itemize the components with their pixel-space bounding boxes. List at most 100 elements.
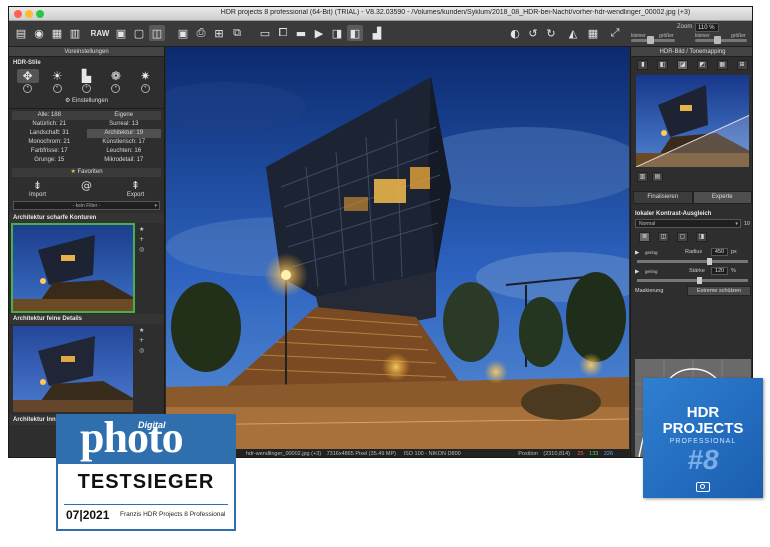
preset-thumbnail[interactable] [13,326,133,412]
layers-icon[interactable]: ▤ [652,172,663,182]
filter-microdetail[interactable]: Mikrodetail: 17 [87,156,162,165]
user-icon[interactable]: • [52,84,62,93]
rotate-left-icon[interactable]: ↺ [525,25,541,41]
export-icon[interactable]: ⧉ [229,25,245,41]
plus-icon[interactable]: + [139,235,144,245]
user-icon[interactable]: • [111,84,121,93]
main-toolbar: ▤ ◉ ▦ ▥ RAW ▣ ▢ ◫ ▣ ⎙ ⊞ ⧉ ▭ ⧠ ▬ ▶ ◨ ◧ ▟ … [9,21,752,47]
export-button[interactable]: ⇞ Export [116,180,156,199]
filter-artistic[interactable]: Künstlerisch: 17 [87,138,162,147]
raw-button[interactable]: RAW [89,25,111,41]
overlay-icon[interactable]: ▦ [716,60,728,70]
play-small-icon[interactable]: ▶ [635,250,639,256]
online-button[interactable]: @ [67,180,107,198]
play-icon[interactable]: ▶ [311,25,327,41]
image-gallery-icon[interactable]: ▣ [113,25,129,41]
copy-icon[interactable]: ⧠ [275,25,291,41]
filter-architecture[interactable]: Architektur: 19 [86,129,161,138]
moon-icon[interactable]: ◐ [507,25,523,41]
app-window: HDR projects 8 professional (64-Bit) (TR… [8,6,753,458]
zoom-input[interactable]: 110 % [695,23,719,32]
save-icon[interactable]: ▣ [175,25,191,41]
new-project-icon[interactable]: ▤ [13,25,29,41]
size-slider-knob[interactable] [647,36,654,44]
camera-import-icon[interactable]: ◉ [31,25,47,41]
open-image-icon[interactable]: ▦ [49,25,65,41]
split-horizontal-icon[interactable]: ◩ [696,60,708,70]
window-title: HDR projects 8 professional (64-Bit) (TR… [220,9,691,16]
grid-view-icon[interactable]: ⊞ [736,60,748,70]
fullscreen-icon[interactable]: ⤢ [607,25,623,41]
plus-icon[interactable]: + [139,336,144,346]
play-small-icon[interactable]: ▶ [635,269,639,275]
sparkle-icon[interactable]: ✷ [134,69,156,83]
strength-slider[interactable] [637,277,748,284]
filter-monochrome[interactable]: Monochrom: 21 [12,138,87,147]
grid-icon[interactable]: ▦ [585,25,601,41]
preset-item[interactable]: ★ + ◎ [11,223,160,313]
filter-glow[interactable]: Leuchten: 16 [87,147,162,156]
layers-stack-icon[interactable]: ◫ [658,232,669,242]
people-group-icon[interactable]: ✥ [16,69,39,83]
split-diagonal-icon[interactable]: ◪ [677,60,689,70]
filter-all[interactable]: Alle: 188 [12,111,87,120]
radius-input[interactable]: 450 [711,248,728,256]
single-view-icon[interactable]: ▮ [637,60,649,70]
eye-icon[interactable]: ◎ [139,245,144,255]
stack-icon[interactable]: ▥ [67,25,83,41]
tab-expert[interactable]: Experte [692,191,752,204]
filter-color-fresh[interactable]: Farbfrisse: 17 [12,147,87,156]
minimize-window-button[interactable] [25,10,33,18]
film-icon[interactable]: ▬ [293,25,309,41]
eye-icon[interactable]: ◎ [139,346,144,356]
star-icon[interactable]: ★ [139,225,144,235]
mirror-icon[interactable]: ◭ [565,25,581,41]
document-icon[interactable]: ▭ [257,25,273,41]
import-icon: ⇟ [32,179,43,192]
filter-grunge[interactable]: Grunge: 15 [12,156,87,165]
print-icon[interactable]: ⎙ [193,25,209,41]
contrast-mode-select[interactable]: Normal ▾ [635,219,741,228]
filter-natural[interactable]: Natürlich: 21 [12,120,87,129]
star-icon[interactable]: ★ [139,326,144,336]
palette-icon[interactable]: ❁ [105,69,127,83]
protect-extremes-button[interactable]: Extreme schützen [687,286,751,296]
rotate-right-icon[interactable]: ↻ [543,25,559,41]
user-icon[interactable]: • [23,84,33,93]
folder-icon[interactable]: ▢ [131,25,147,41]
gradient-icon[interactable]: ◨ [696,232,707,242]
settings-button[interactable]: ⚙ Einstellungen [9,94,164,109]
batch-icon[interactable]: ◫ [149,25,165,41]
zoom-slider[interactable] [695,39,747,42]
share-icon[interactable]: ⊞ [211,25,227,41]
navigator-preview[interactable] [636,75,749,167]
tab-finalize[interactable]: Finalisieren [633,191,693,204]
buildings-icon[interactable]: ▙ [75,69,97,83]
strength-input[interactable]: 120 [711,267,728,275]
frame-icon[interactable]: ▢ [677,232,688,242]
import-button[interactable]: ⇟ Import [18,179,58,199]
compare-icon[interactable]: ◨ [329,25,345,41]
filter-own[interactable]: Eigene [86,111,161,120]
histogram-toggle-icon[interactable]: ▥ [637,172,648,182]
user-icon[interactable]: • [140,84,150,93]
split-view-icon[interactable]: ◧ [347,25,363,41]
preset-thumbnail[interactable] [11,223,135,313]
maximize-window-button[interactable] [36,10,44,18]
sun-icon[interactable]: ☀ [46,69,68,83]
radius-slider[interactable] [637,258,748,265]
equalizer-icon[interactable]: ≣ [639,232,650,242]
user-icon[interactable]: • [81,84,91,93]
favorites-button[interactable]: ★ Favoriten [12,168,161,177]
filter-landscape[interactable]: Landschaft: 31 [12,129,87,138]
strength-slider-knob[interactable] [697,277,702,284]
preset-item[interactable]: ★ + ◎ [13,326,160,412]
radius-slider-knob[interactable] [707,258,712,265]
filter-select[interactable]: - kein Filter - ▾ [13,201,160,210]
zoom-slider-knob[interactable] [714,36,721,44]
main-image-canvas[interactable] [166,47,629,449]
close-window-button[interactable] [14,10,22,18]
split-vertical-icon[interactable]: ◧ [657,60,669,70]
filter-surreal[interactable]: Surreal: 13 [87,120,162,129]
histogram-icon[interactable]: ▟ [369,25,385,41]
